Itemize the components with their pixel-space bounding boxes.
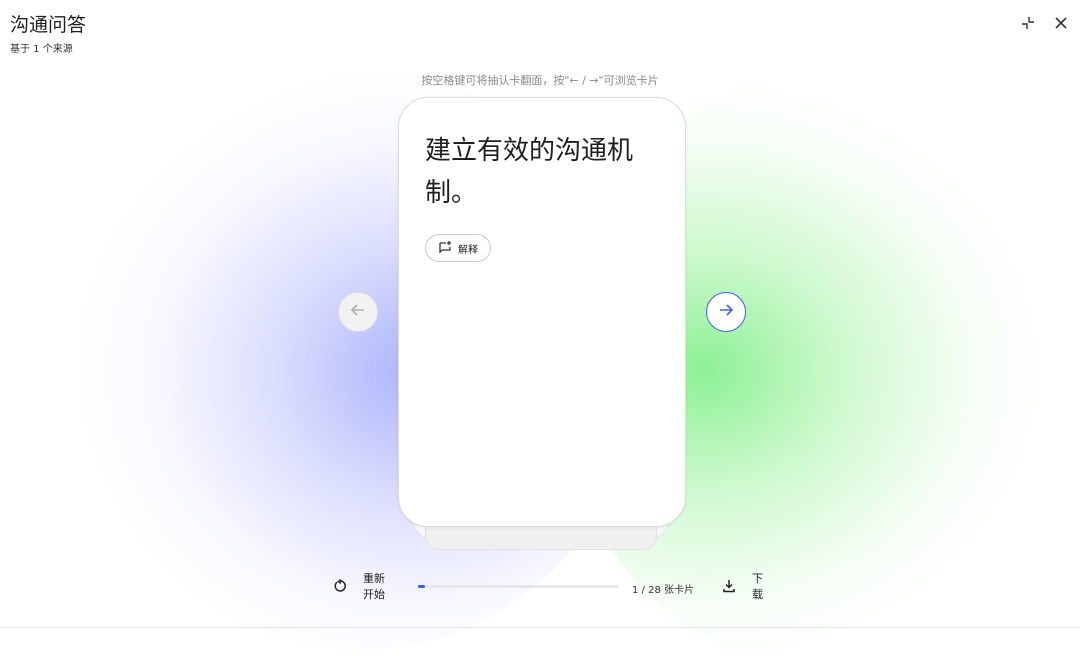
download-icon: [722, 578, 736, 597]
arrow-right-icon: [718, 302, 734, 322]
progress-fill: [418, 585, 426, 588]
restart-button[interactable]: 重新开始: [333, 571, 389, 603]
keyboard-hint: 按空格键可将抽认卡翻面，按"← / →"可浏览卡片: [421, 74, 659, 87]
source-count: 基于 1 个来源: [10, 44, 73, 55]
progress-bar: [418, 585, 618, 588]
flashcard-text: 建立有效的沟通机制。: [425, 136, 634, 208]
page-title: 沟通问答: [10, 14, 87, 36]
explain-button[interactable]: 解释: [425, 234, 491, 262]
download-button[interactable]: 下载: [722, 571, 765, 603]
card-counter: 1 / 28 张卡片: [632, 585, 694, 596]
previous-card-button[interactable]: [338, 292, 378, 332]
flashcard[interactable]: 建立有效的沟通机制。 解释: [398, 97, 686, 527]
restart-label: 重新开始: [363, 572, 385, 601]
restart-icon: [333, 578, 347, 597]
explain-label: 解释: [458, 244, 478, 256]
download-label: 下载: [752, 572, 763, 601]
arrow-left-icon: [350, 302, 366, 322]
next-card-button[interactable]: [706, 292, 746, 332]
divider: [0, 627, 1080, 628]
close-icon[interactable]: [1050, 12, 1072, 34]
collapse-icon[interactable]: [1017, 12, 1039, 34]
explain-sparkle-icon: [438, 240, 452, 257]
